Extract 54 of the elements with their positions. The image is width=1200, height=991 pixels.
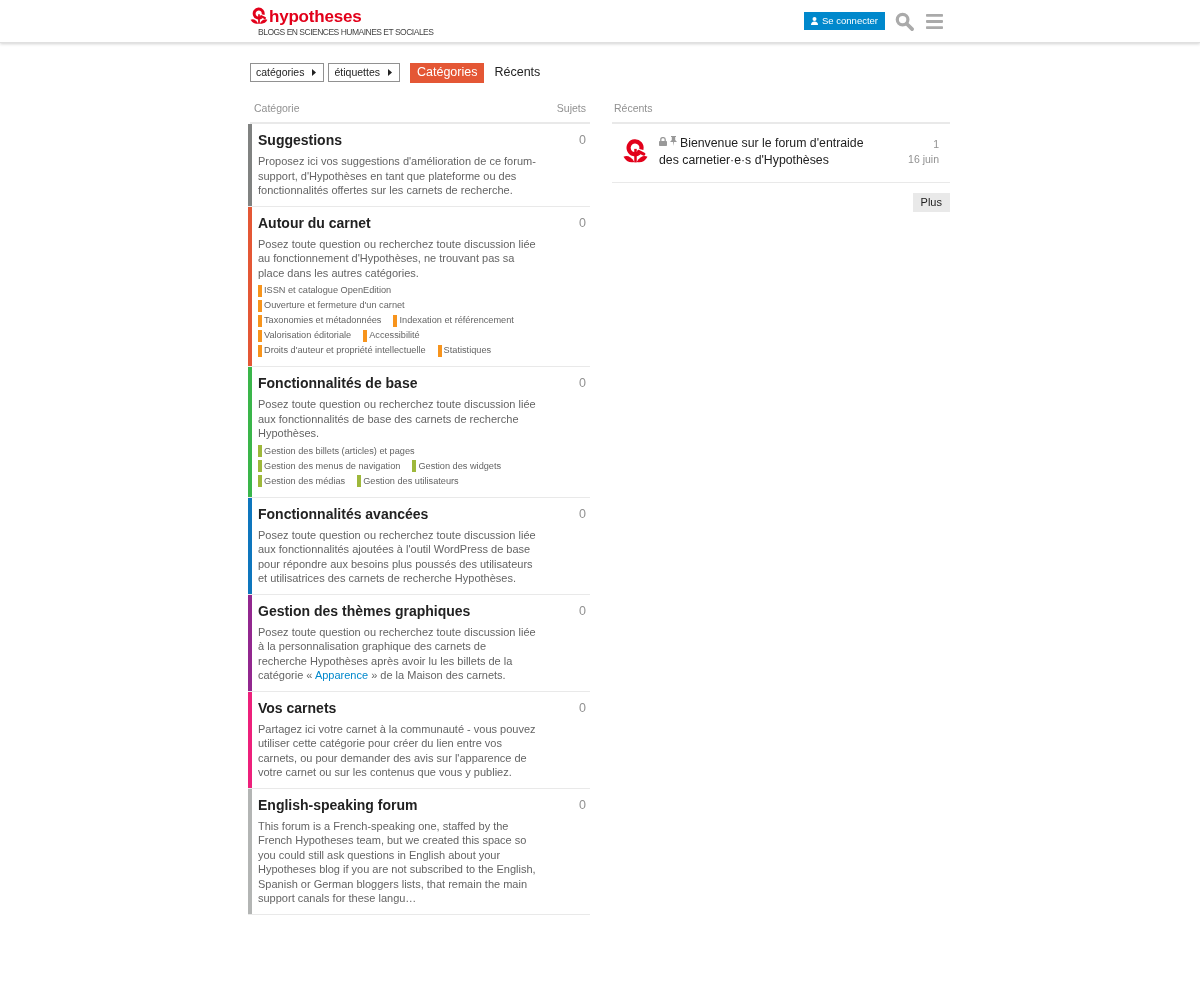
category-title-link[interactable]: Vos carnets — [258, 698, 337, 717]
category-dropdown[interactable]: catégories — [250, 63, 325, 82]
more-button[interactable]: Plus — [912, 193, 950, 212]
caret-icon — [312, 69, 317, 76]
nav-tab[interactable]: Catégories — [410, 62, 485, 83]
subcategory-link[interactable]: Gestion des widgets — [412, 458, 502, 474]
topic-count: 0 — [579, 602, 586, 620]
category-title-link[interactable]: Gestion des thèmes graphiques — [258, 601, 471, 620]
topic-count: 0 — [579, 375, 586, 392]
category-description: Posez toute question ou recherchez toute discussion liée au fonctionnement d'Hypothèses, ne trouvant pas sa place dans les autres catégories. — [258, 236, 537, 280]
category-title-link[interactable]: Fonctionnalités de base — [258, 374, 418, 392]
subcategory-link[interactable]: Accessibilité — [363, 328, 420, 343]
category-title-link[interactable]: English-speaking forum — [258, 795, 418, 814]
topic-count: 0 — [579, 699, 586, 717]
menu-icon[interactable] — [926, 13, 943, 29]
category-description: Posez toute question ou recherchez toute discussion liée aux fonctionnalités de base des carnets de recherche Hypothèses. — [258, 397, 537, 441]
logo-flower-icon — [250, 7, 268, 26]
category-description: Posez toute question ou recherchez toute discussion liée à la personnalisation graphique des carnets de recherche Hypothèses après avoir lu les billets de la catégorie « Apparence » de la Maison des carnets. — [258, 624, 537, 683]
logo-tagline: BLOGS EN SCIENCES HUMAINES ET SOCIALES — [257, 27, 434, 37]
category-description: Proposez ici vos suggestions d'amélioration de ce forum-support, d'Hypothèses en tant que plateforme ou des fonctionnalités offertes sur les carnets de recherche. — [258, 154, 537, 198]
category-title-link[interactable]: Fonctionnalités avancées — [258, 504, 429, 523]
subcategory-link[interactable]: Indexation et référencement — [393, 313, 514, 328]
column-header: Sujets — [556, 101, 586, 116]
category-title-link[interactable]: Autour du carnet — [258, 213, 371, 232]
category-link[interactable]: Apparence — [314, 669, 369, 681]
category-dropdown[interactable]: étiquettes — [328, 63, 400, 82]
topic-count: 0 — [579, 796, 586, 814]
topic-title-link[interactable]: Bienvenue sur le forum d'entraide des carnetier·e·s d'Hypothèses — [659, 135, 877, 169]
category-description: Posez toute question ou recherchez toute discussion liée aux fonctionnalités ajoutées à l'outil WordPress de base pour répondre aux besoins plus poussés des utilisateurs et utilisatrices des carnets de recherche Hypothèses. — [258, 527, 537, 586]
logo-wordmark[interactable]: hypotheses — [269, 7, 362, 26]
category-description: This forum is a French-speaking one, staffed by the French Hypotheses team, but we created this space so you could still ask questions in English about your Hypotheses blog if you are not subscribed to the English, Spanish or German bloggers lists, that remain the main support canals for these langu… — [258, 818, 537, 906]
subcategory-link[interactable]: Valorisation éditoriale — [258, 328, 352, 343]
subcategory-link[interactable]: Gestion des utilisateurs — [357, 473, 459, 489]
user-icon — [811, 17, 818, 25]
subcategory-link[interactable]: Statistiques — [437, 343, 492, 358]
subcategory-link[interactable]: Gestion des menus de navigation — [258, 458, 401, 474]
topic-count: 0 — [579, 132, 586, 149]
subcategory-link[interactable]: Ouverture et fermeture d'un carnet — [258, 298, 405, 313]
subcategory-link[interactable]: Droits d'auteur et propriété intellectuelle — [258, 343, 426, 358]
caret-icon — [388, 69, 392, 76]
topic-date: 16 juin — [908, 152, 939, 167]
column-header: Récents — [614, 101, 653, 116]
search-icon[interactable] — [895, 11, 914, 31]
category-title-link[interactable]: Suggestions — [258, 131, 342, 149]
login-button[interactable]: Se connecter — [804, 12, 885, 30]
subcategory-link[interactable]: Gestion des médias — [258, 473, 346, 489]
topic-count: 0 — [579, 214, 586, 232]
topic-count: 0 — [579, 505, 586, 523]
subcategory-link[interactable]: Taxonomies et métadonnées — [258, 313, 382, 328]
category-description: Partagez ici votre carnet à la communauté - vous pouvez utiliser cette catégorie pour créer du lien entre vos carnets, ou pour demander des avis sur l'apparence de votre carnet ou sur les contenus que vous y publiez. — [258, 721, 537, 780]
subcategory-link[interactable]: ISSN et catalogue OpenEdition — [258, 283, 392, 298]
column-header: Catégorie — [254, 101, 300, 116]
subcategory-link[interactable]: Gestion des billets (articles) et pages — [258, 443, 415, 459]
post-count: 1 — [933, 137, 939, 152]
